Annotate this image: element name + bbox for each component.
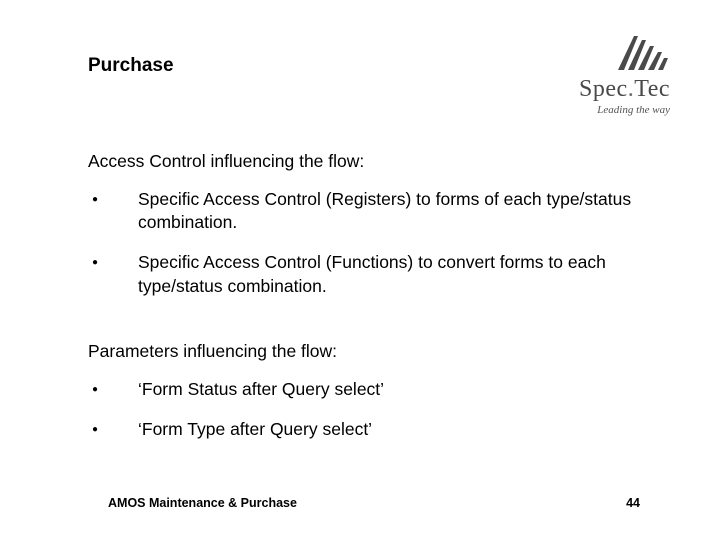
- bullet-icon: ●: [88, 251, 138, 275]
- bullet-icon: ●: [88, 188, 138, 212]
- section-heading: Access Control influencing the flow:: [88, 150, 660, 174]
- logo-brand-a: Spec: [579, 76, 628, 102]
- bullet-text: ‘Form Status after Query select’: [138, 378, 660, 402]
- content: Access Control influencing the flow: ● S…: [88, 150, 660, 458]
- logo-brand: Spec.Tec: [540, 76, 670, 103]
- logo-brand-b: Tec: [634, 76, 670, 102]
- bullet-text: ‘Form Type after Query select’: [138, 418, 660, 442]
- logo-tagline: Leading the way: [540, 104, 670, 116]
- list-item: ● Specific Access Control (Registers) to…: [88, 188, 660, 235]
- footer-text: AMOS Maintenance & Purchase: [108, 496, 297, 510]
- bullet-icon: ●: [88, 378, 138, 402]
- list-item: ● Specific Access Control (Functions) to…: [88, 251, 660, 298]
- page-number: 44: [626, 496, 640, 510]
- logo: Spec.Tec Leading the way: [540, 30, 670, 116]
- logo-mark-icon: [614, 30, 670, 74]
- section-heading: Parameters influencing the flow:: [88, 340, 660, 364]
- list-item: ● ‘Form Type after Query select’: [88, 418, 660, 442]
- bullet-text: Specific Access Control (Functions) to c…: [138, 251, 660, 298]
- list-item: ● ‘Form Status after Query select’: [88, 378, 660, 402]
- bullet-icon: ●: [88, 418, 138, 442]
- bullet-text: Specific Access Control (Registers) to f…: [138, 188, 660, 235]
- slide: Purchase Spec.Tec Leading the way Access…: [0, 0, 720, 540]
- page-title: Purchase: [88, 55, 174, 77]
